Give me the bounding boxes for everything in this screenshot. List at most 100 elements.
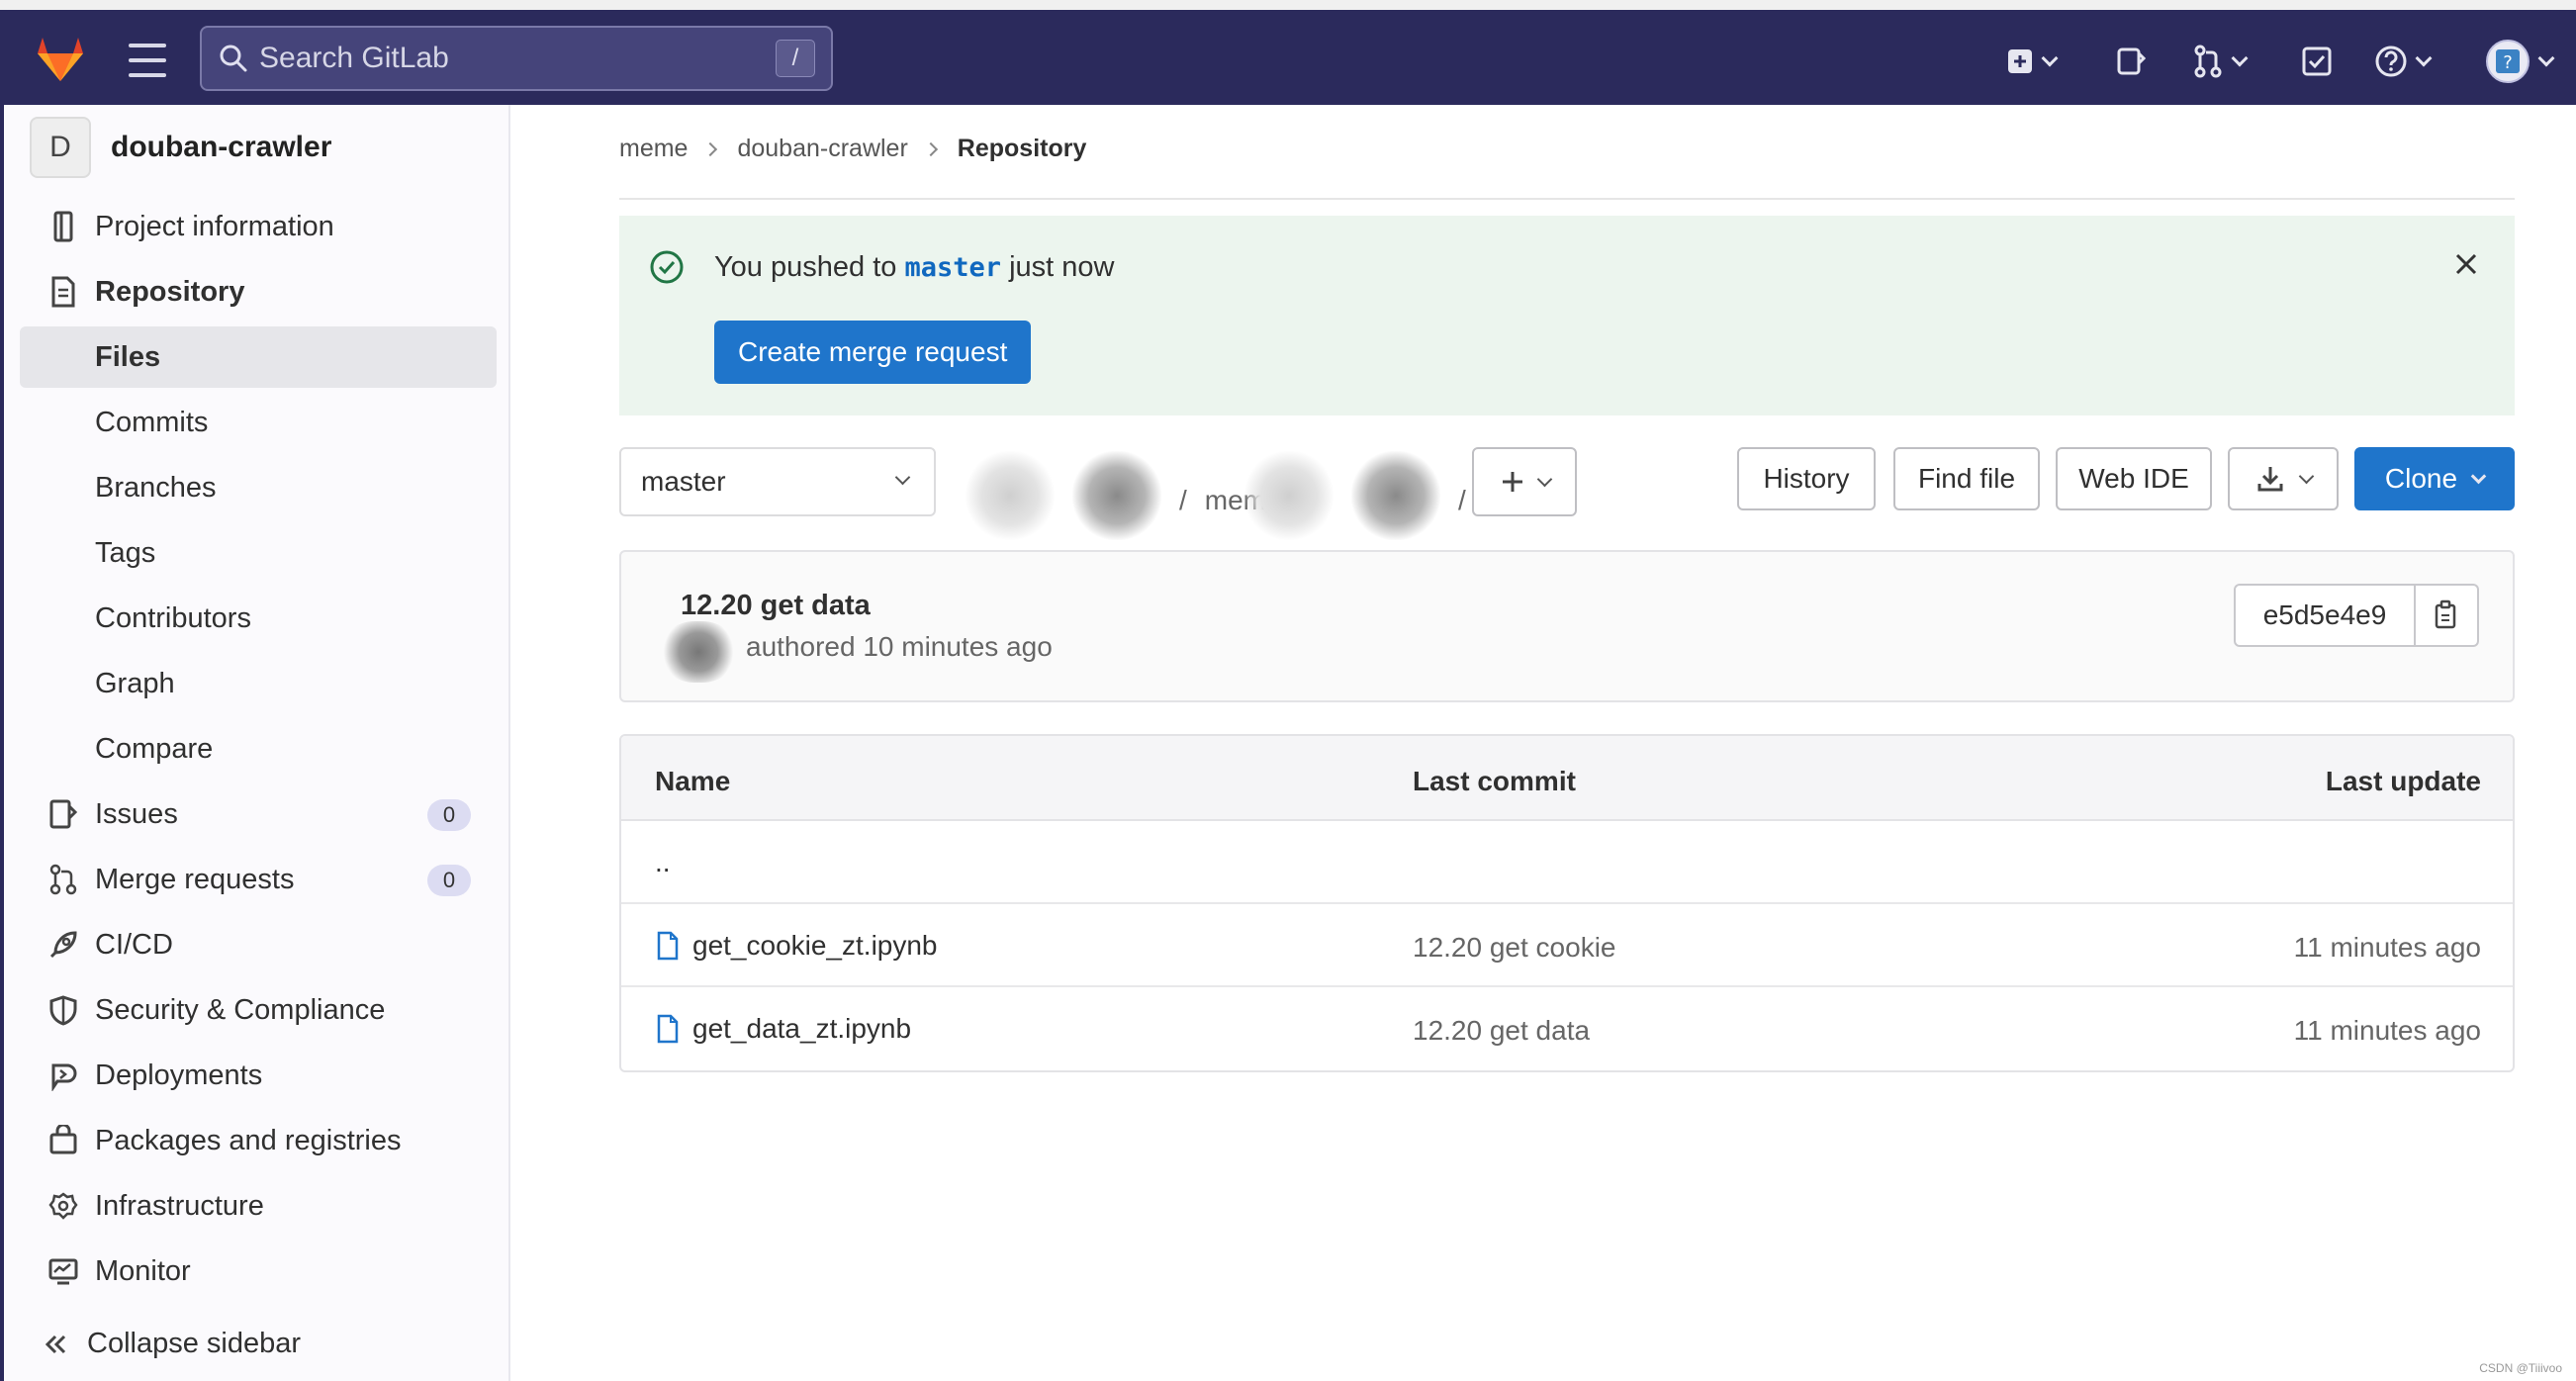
sidebar-item-label: Infrastructure bbox=[95, 1189, 264, 1222]
chevron-down-icon bbox=[1536, 471, 1552, 488]
sidebar-item-issues[interactable]: Issues 0 bbox=[20, 783, 497, 845]
project-avatar: D bbox=[30, 117, 91, 178]
table-row[interactable]: get_data_zt.ipynb 12.20 get data 11 minu… bbox=[621, 987, 2513, 1070]
table-row-parent-dir[interactable]: .. bbox=[621, 821, 2513, 904]
clone-dropdown[interactable]: Clone bbox=[2354, 447, 2515, 510]
redacted-blur bbox=[966, 451, 1055, 540]
merge-requests-count-badge: 0 bbox=[427, 865, 471, 896]
chevron-down-icon bbox=[894, 469, 911, 486]
sidebar-item-label: Deployments bbox=[95, 1059, 263, 1091]
issues-icon bbox=[44, 794, 83, 834]
sidebar-item-label: Packages and registries bbox=[95, 1124, 402, 1156]
file-name[interactable]: get_cookie_zt.ipynb bbox=[692, 930, 938, 962]
svg-text:?: ? bbox=[2503, 52, 2513, 73]
sidebar-item-commits[interactable]: Commits bbox=[20, 392, 497, 453]
sidebar-item-compare[interactable]: Compare bbox=[20, 718, 497, 780]
sidebar-item-label: Monitor bbox=[95, 1254, 191, 1287]
create-merge-request-button[interactable]: Create merge request bbox=[714, 321, 1032, 384]
last-commit-message[interactable]: 12.20 get data bbox=[1413, 1015, 1590, 1047]
sidebar-item-merge-requests[interactable]: Merge requests 0 bbox=[20, 849, 497, 910]
breadcrumb-item-project[interactable]: douban-crawler bbox=[737, 135, 907, 163]
push-alert: You pushed to master just now Create mer… bbox=[619, 216, 2515, 415]
table-row[interactable]: get_cookie_zt.ipynb 12.20 get cookie 11 … bbox=[621, 904, 2513, 987]
sidebar-item-security-compliance[interactable]: Security & Compliance bbox=[20, 979, 497, 1041]
sidebar-item-label: Repository bbox=[95, 275, 245, 308]
search-input[interactable]: Search GitLab / bbox=[200, 26, 833, 91]
download-icon bbox=[2257, 467, 2282, 492]
file-name[interactable]: get_data_zt.ipynb bbox=[692, 1013, 911, 1045]
file-name-cell[interactable]: get_cookie_zt.ipynb bbox=[655, 930, 938, 962]
chevron-down-icon bbox=[2231, 49, 2249, 67]
merge-request-icon bbox=[2194, 45, 2222, 78]
breadcrumb-item-group[interactable]: meme bbox=[619, 135, 688, 163]
commit-sha-group: e5d5e4e9 bbox=[2234, 584, 2479, 647]
sidebar-item-monitor[interactable]: Monitor bbox=[20, 1241, 497, 1302]
sidebar-item-tags[interactable]: Tags bbox=[20, 522, 497, 584]
help-dropdown[interactable] bbox=[2374, 40, 2433, 83]
last-commit-message[interactable]: 12.20 get cookie bbox=[1413, 932, 1616, 964]
user-avatar: ? bbox=[2486, 40, 2530, 83]
sidebar-item-infrastructure[interactable]: Infrastructure bbox=[20, 1175, 497, 1237]
sidebar-item-files[interactable]: Files bbox=[20, 326, 497, 388]
watermark: CSDN @Tiiivoo bbox=[2479, 1361, 2562, 1375]
parent-dir-link[interactable]: .. bbox=[655, 847, 671, 878]
alert-message: You pushed to master just now bbox=[714, 251, 1114, 284]
alert-branch-name[interactable]: master bbox=[904, 252, 1001, 283]
sidebar-item-label: Tags bbox=[95, 536, 156, 569]
divider bbox=[619, 198, 2515, 200]
chevron-down-icon bbox=[2298, 468, 2314, 485]
download-dropdown[interactable] bbox=[2228, 447, 2339, 510]
doc-icon bbox=[44, 272, 83, 312]
todo-check-icon bbox=[2302, 46, 2332, 76]
sidebar-item-repository[interactable]: Repository bbox=[20, 261, 497, 322]
commit-sha[interactable]: e5d5e4e9 bbox=[2234, 584, 2416, 647]
issues-icon bbox=[2117, 47, 2147, 75]
history-button[interactable]: History bbox=[1737, 447, 1876, 510]
info-icon bbox=[44, 207, 83, 246]
gitlab-logo[interactable] bbox=[34, 32, 87, 85]
web-ide-button[interactable]: Web IDE bbox=[2056, 447, 2212, 510]
copy-sha-button[interactable] bbox=[2416, 584, 2479, 647]
todos-button[interactable] bbox=[2301, 40, 2333, 83]
path-separator: / bbox=[1458, 485, 1466, 515]
redacted-blur bbox=[1072, 451, 1161, 540]
sidebar-item-contributors[interactable]: Contributors bbox=[20, 588, 497, 649]
merge-requests-dropdown[interactable] bbox=[2192, 40, 2249, 83]
sidebar-item-branches[interactable]: Branches bbox=[20, 457, 497, 518]
file-name-cell[interactable]: get_data_zt.ipynb bbox=[655, 1013, 911, 1045]
branch-selector[interactable]: master bbox=[619, 447, 936, 516]
check-circle-icon bbox=[650, 250, 684, 284]
project-name: douban-crawler bbox=[111, 131, 332, 163]
sidebar-item-ci-cd[interactable]: CI/CD bbox=[20, 914, 497, 975]
find-file-button[interactable]: Find file bbox=[1893, 447, 2040, 510]
redacted-blur bbox=[1351, 451, 1441, 540]
user-menu-dropdown[interactable]: ? bbox=[2485, 40, 2555, 83]
sidebar-item-deployments[interactable]: Deployments bbox=[20, 1045, 497, 1106]
alert-message-suffix: just now bbox=[1009, 251, 1115, 283]
add-to-tree-dropdown[interactable] bbox=[1472, 447, 1577, 516]
sidebar-item-packages-registries[interactable]: Packages and registries bbox=[20, 1110, 497, 1171]
close-icon[interactable] bbox=[2451, 249, 2481, 279]
rocket-icon bbox=[44, 925, 83, 965]
hamburger-menu-icon[interactable] bbox=[129, 44, 166, 77]
sidebar-item-graph[interactable]: Graph bbox=[20, 653, 497, 714]
plus-icon bbox=[1502, 472, 1522, 492]
sidebar-item-label: Commits bbox=[95, 406, 209, 438]
deployments-icon bbox=[44, 1056, 83, 1095]
file-tree-table: Name Last commit Last update .. get_cook… bbox=[619, 734, 2515, 1072]
author-avatar[interactable] bbox=[661, 621, 736, 683]
breadcrumb: meme douban-crawler Repository bbox=[619, 135, 1086, 163]
commit-title[interactable]: 12.20 get data bbox=[681, 590, 871, 622]
issues-button[interactable] bbox=[2115, 40, 2147, 83]
collapse-sidebar-label: Collapse sidebar bbox=[87, 1328, 302, 1359]
sidebar-item-project-information[interactable]: Project information bbox=[20, 196, 497, 257]
collapse-sidebar-button[interactable]: Collapse sidebar bbox=[20, 1328, 301, 1360]
breadcrumb-item-current[interactable]: Repository bbox=[958, 135, 1087, 163]
sidebar-item-label: CI/CD bbox=[95, 928, 173, 961]
project-header[interactable]: D douban-crawler bbox=[30, 117, 331, 178]
new-item-dropdown[interactable] bbox=[2006, 40, 2059, 83]
chevron-down-icon bbox=[2537, 49, 2555, 67]
search-icon bbox=[220, 45, 247, 72]
sidebar-item-label: Compare bbox=[95, 732, 214, 765]
sidebar-item-label: Merge requests bbox=[95, 863, 295, 895]
